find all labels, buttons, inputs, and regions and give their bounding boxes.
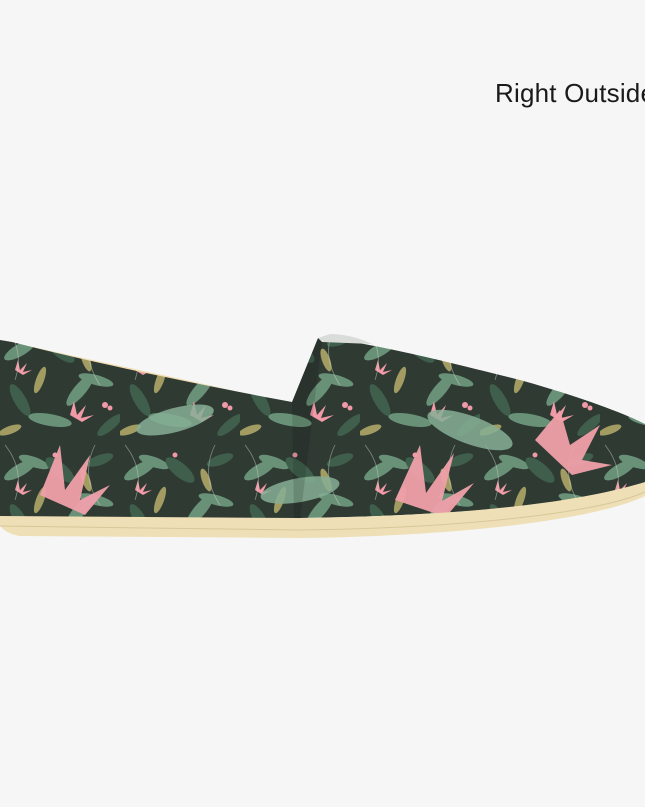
product-image [0, 320, 645, 560]
slip-on-shoe-illustration [0, 334, 645, 538]
view-label: Right Outside [495, 78, 645, 108]
